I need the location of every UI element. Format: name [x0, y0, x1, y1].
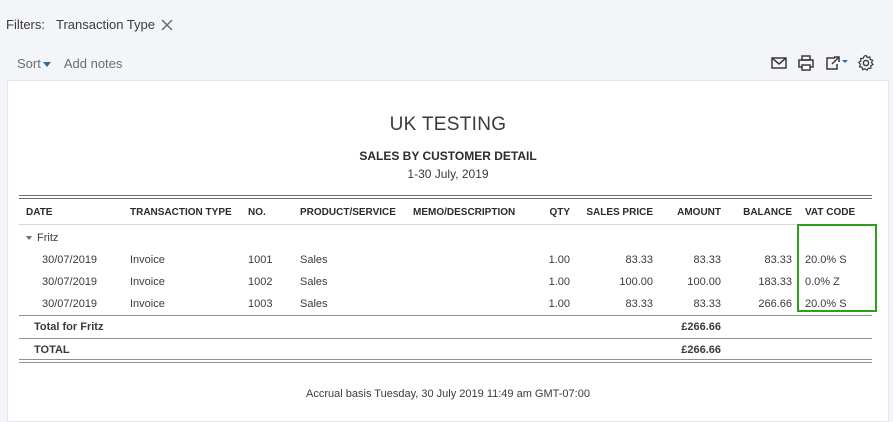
cell-qty: 1.00: [548, 298, 570, 310]
total-label: TOTAL: [34, 344, 70, 356]
sort-label: Sort: [17, 56, 41, 71]
add-notes-link[interactable]: Add notes: [64, 56, 123, 71]
report-actions: [770, 54, 875, 72]
cell-amount: 83.33: [693, 298, 721, 310]
cell-date: 30/07/2019: [42, 254, 98, 266]
cell-balance: 83.33: [764, 254, 792, 266]
chevron-down-icon: [42, 62, 51, 67]
filter-chip-transaction-type[interactable]: Transaction Type: [56, 17, 155, 32]
cell-balance: 266.66: [758, 298, 792, 310]
column-header-balance[interactable]: BALANCE: [730, 207, 792, 218]
column-header-memo-description[interactable]: MEMO/DESCRIPTION: [413, 207, 515, 218]
column-header-no[interactable]: NO.: [248, 207, 266, 218]
group-name: Fritz: [37, 232, 59, 244]
cell-amount: 83.33: [693, 254, 721, 266]
settings-icon[interactable]: [857, 54, 875, 72]
header-rule: [19, 198, 872, 199]
email-icon[interactable]: [770, 54, 788, 72]
total-double-rule: [19, 362, 872, 363]
cell-sales-price: 100.00: [619, 276, 653, 288]
column-header-product-service[interactable]: PRODUCT/SERVICE: [300, 207, 396, 218]
cell-transaction-type[interactable]: Invoice: [130, 254, 165, 266]
report-title: SALES BY CUSTOMER DETAIL: [359, 149, 537, 163]
total-rule: [19, 338, 872, 339]
company-name: UK TESTING: [389, 114, 507, 135]
group-total-rule: [19, 315, 872, 316]
group-total-label: Total for Fritz: [34, 321, 104, 333]
cell-no[interactable]: 1001: [248, 254, 272, 266]
total-double-rule: [19, 359, 872, 360]
sort-button[interactable]: Sort: [17, 56, 51, 71]
report-toolbar: Sort Add notes: [17, 56, 122, 71]
cell-no[interactable]: 1003: [248, 298, 272, 310]
cell-date: 30/07/2019: [42, 276, 98, 288]
collapse-triangle-icon: [26, 236, 32, 240]
cell-balance: 183.33: [758, 276, 792, 288]
close-icon[interactable]: [160, 18, 174, 32]
header-bottom-rule: [19, 224, 872, 225]
filters-label: Filters:: [6, 17, 45, 32]
cell-transaction-type[interactable]: Invoice: [130, 298, 165, 310]
cell-amount: 100.00: [687, 276, 721, 288]
column-header-amount[interactable]: AMOUNT: [662, 207, 721, 218]
header-rule: [19, 195, 872, 196]
column-header-sales-price[interactable]: SALES PRICE: [578, 207, 653, 218]
column-header-transaction-type[interactable]: TRANSACTION TYPE: [130, 207, 232, 218]
report-footer: Accrual basis Tuesday, 30 July 2019 11:4…: [306, 388, 590, 400]
cell-qty: 1.00: [548, 276, 570, 288]
cell-date: 30/07/2019: [42, 298, 98, 310]
total-amount[interactable]: £266.66: [662, 344, 721, 356]
cell-sales-price: 83.33: [625, 298, 653, 310]
group-total-amount[interactable]: £266.66: [662, 321, 721, 333]
print-icon[interactable]: [797, 54, 815, 72]
filters-bar: Filters: Transaction Type: [6, 17, 174, 32]
vat-code-highlight-box: [797, 224, 877, 312]
cell-product: Sales: [300, 298, 328, 310]
export-icon[interactable]: [824, 54, 848, 72]
cell-transaction-type[interactable]: Invoice: [130, 276, 165, 288]
cell-product: Sales: [300, 254, 328, 266]
group-row-fritz[interactable]: Fritz: [26, 232, 58, 244]
column-header-vat-code[interactable]: VAT CODE: [805, 207, 855, 218]
cell-no[interactable]: 1002: [248, 276, 272, 288]
report-sheet: UK TESTING SALES BY CUSTOMER DETAIL 1-30…: [7, 80, 889, 422]
cell-product: Sales: [300, 276, 328, 288]
cell-qty: 1.00: [548, 254, 570, 266]
column-header-date[interactable]: DATE: [26, 207, 52, 218]
cell-sales-price: 83.33: [625, 254, 653, 266]
report-period: 1-30 July, 2019: [407, 167, 489, 181]
column-header-qty[interactable]: QTY: [528, 207, 570, 218]
